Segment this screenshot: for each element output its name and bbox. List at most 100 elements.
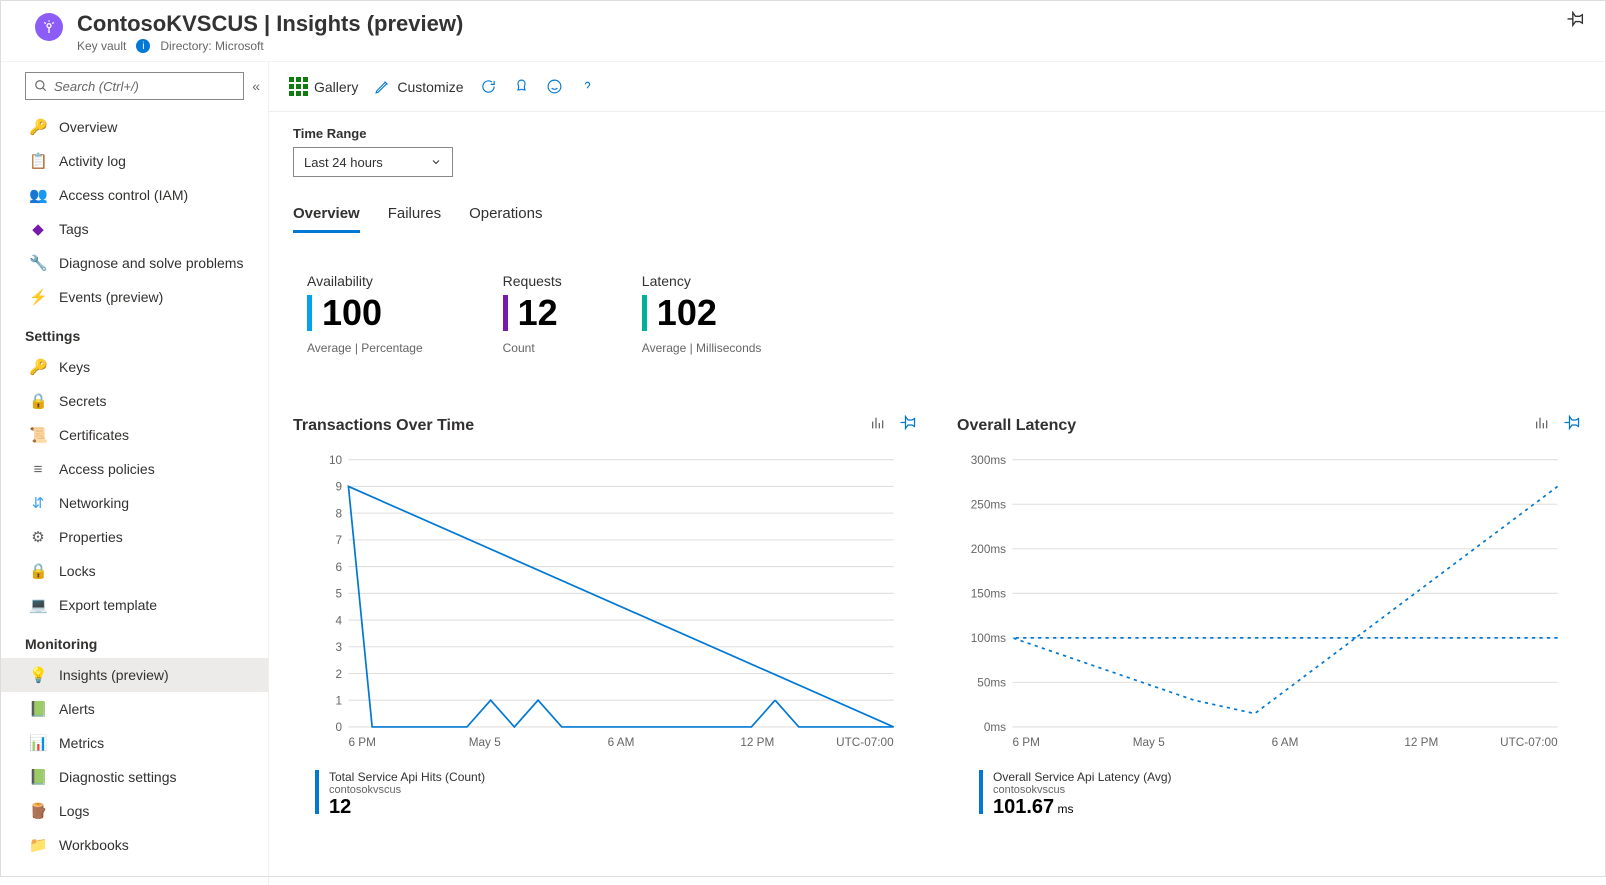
kpi-latency: Latency 102 Average | Milliseconds [642, 273, 762, 355]
sidebar-item-diagnose-and-solve-problems[interactable]: 🔧Diagnose and solve problems [1, 246, 268, 280]
pin-chart-icon[interactable] [900, 415, 917, 437]
sidebar-item-label: Activity log [59, 153, 126, 169]
workbook-button[interactable] [513, 78, 530, 95]
certificates-icon: 📜 [29, 426, 47, 444]
workbook-icon [513, 78, 530, 95]
sidebar-item-secrets[interactable]: 🔒 Secrets [1, 384, 268, 418]
metrics-icon[interactable] [1534, 415, 1550, 437]
tags-icon: ◆ [29, 220, 47, 238]
chart-title: Overall Latency [957, 417, 1076, 435]
collapse-sidebar-icon[interactable]: « [252, 78, 260, 94]
svg-text:10: 10 [329, 454, 343, 467]
time-range-label: Time Range [293, 126, 1581, 141]
sidebar-section-settings: Settings [1, 314, 268, 350]
sidebar-item-diagnostic-settings[interactable]: 📗 Diagnostic settings [1, 760, 268, 794]
sidebar-item-insights-preview-[interactable]: 💡Insights (preview) [1, 658, 268, 692]
sidebar-item-label: Metrics [59, 735, 104, 751]
sidebar-item-label: Diagnose and solve problems [59, 255, 243, 271]
alerts-icon: 📗 [29, 700, 47, 718]
svg-text:6 AM: 6 AM [1272, 736, 1299, 749]
svg-text:8: 8 [335, 507, 342, 520]
directory-label: Directory: Microsoft [160, 39, 263, 53]
activity-log-icon: 📋 [29, 152, 47, 170]
svg-text:6 PM: 6 PM [348, 736, 375, 749]
sidebar-item-label: Keys [59, 359, 90, 375]
tab-overview[interactable]: Overview [293, 205, 360, 233]
sidebar-item-label: Tags [59, 221, 89, 237]
networking-icon: ⇵ [29, 494, 47, 512]
svg-text:50ms: 50ms [977, 677, 1006, 690]
refresh-button[interactable] [480, 78, 497, 95]
sidebar-item-workbooks[interactable]: 📁Workbooks [1, 828, 268, 862]
sidebar-item-metrics[interactable]: 📊 Metrics [1, 726, 268, 760]
diagnostic-settings-icon: 📗 [29, 768, 47, 786]
sidebar-item-label: Access control (IAM) [59, 187, 188, 203]
svg-text:0: 0 [335, 721, 342, 734]
chart-overall-latency: Overall Latency 0ms50ms100ms150ms200ms25… [957, 415, 1581, 819]
sidebar-item-properties[interactable]: ⚙ Properties [1, 520, 268, 554]
chart-svg: 0ms50ms100ms150ms200ms250ms300ms6 PMMay … [957, 449, 1581, 759]
sidebar-item-certificates[interactable]: 📜Certificates [1, 418, 268, 452]
insights-preview--icon: 💡 [29, 666, 47, 684]
sidebar-item-events-preview-[interactable]: ⚡Events (preview) [1, 280, 268, 314]
access-policies-icon: ≡ [29, 461, 47, 478]
sidebar-item-label: Secrets [59, 393, 106, 409]
export-template-icon: 💻 [29, 596, 47, 614]
feedback-button[interactable] [546, 78, 563, 95]
svg-text:May 5: May 5 [469, 736, 501, 749]
properties-icon: ⚙ [29, 528, 47, 546]
svg-text:9: 9 [335, 481, 342, 494]
sidebar-item-networking[interactable]: ⇵Networking [1, 486, 268, 520]
svg-text:250ms: 250ms [971, 499, 1006, 512]
logs-icon: 🪵 [29, 802, 47, 820]
sidebar-item-label: Export template [59, 597, 157, 613]
tab-failures[interactable]: Failures [388, 205, 441, 233]
sidebar-item-label: Properties [59, 529, 123, 545]
svg-text:5: 5 [335, 588, 342, 601]
sidebar-item-label: Locks [59, 563, 96, 579]
sidebar-item-export-template[interactable]: 💻 Export template [1, 588, 268, 622]
customize-button[interactable]: Customize [374, 78, 463, 95]
gallery-button[interactable]: Gallery [289, 77, 358, 96]
help-button[interactable] [579, 78, 596, 95]
sidebar-item-keys[interactable]: 🔑 Keys [1, 350, 268, 384]
svg-text:7: 7 [335, 534, 342, 547]
svg-text:6 PM: 6 PM [1012, 736, 1039, 749]
sidebar-section-monitoring: Monitoring [1, 622, 268, 658]
chart-title: Transactions Over Time [293, 417, 474, 435]
metrics-icon: 📊 [29, 734, 47, 752]
svg-text:May 5: May 5 [1133, 736, 1165, 749]
svg-text:1: 1 [335, 694, 342, 707]
secrets-icon: 🔒 [29, 392, 47, 410]
sidebar-item-locks[interactable]: 🔒Locks [1, 554, 268, 588]
sidebar-item-label: Diagnostic settings [59, 769, 177, 785]
sidebar-item-overview[interactable]: 🔑Overview [1, 110, 268, 144]
time-range-select[interactable]: Last 24 hours [293, 147, 453, 177]
metrics-icon[interactable] [870, 415, 886, 437]
resource-icon [35, 13, 63, 41]
kpi-requests: Requests 12 Count [503, 273, 562, 355]
sidebar-item-label: Alerts [59, 701, 95, 717]
sidebar-item-access-control-iam-[interactable]: 👥Access control (IAM) [1, 178, 268, 212]
svg-text:200ms: 200ms [971, 543, 1006, 556]
pin-icon[interactable] [1567, 11, 1585, 34]
tab-operations[interactable]: Operations [469, 205, 542, 233]
svg-text:6: 6 [335, 561, 342, 574]
keys-icon: 🔑 [29, 358, 47, 376]
svg-text:300ms: 300ms [971, 454, 1006, 467]
kpi-availability: Availability 100 Average | Percentage [307, 273, 423, 355]
resource-type: Key vault [77, 39, 126, 53]
svg-text:4: 4 [335, 614, 342, 627]
grid-icon [289, 77, 308, 96]
sidebar-item-label: Overview [59, 119, 117, 135]
sidebar-item-label: Access policies [59, 461, 155, 477]
sidebar-item-logs[interactable]: 🪵Logs [1, 794, 268, 828]
pin-chart-icon[interactable] [1564, 415, 1581, 437]
sidebar-item-tags[interactable]: ◆ Tags [1, 212, 268, 246]
sidebar-item-activity-log[interactable]: 📋 Activity log [1, 144, 268, 178]
search-input[interactable]: Search (Ctrl+/) [25, 72, 244, 100]
svg-text:150ms: 150ms [971, 588, 1006, 601]
sidebar-item-access-policies[interactable]: ≡ Access policies [1, 452, 268, 486]
sidebar-item-alerts[interactable]: 📗 Alerts [1, 692, 268, 726]
svg-text:2: 2 [335, 668, 342, 681]
